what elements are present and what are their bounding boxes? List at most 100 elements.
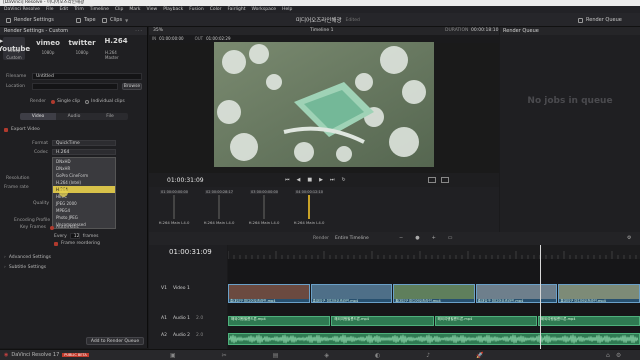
key-frames-count-input[interactable]: 12 bbox=[69, 233, 80, 239]
zoom-level[interactable]: 35% bbox=[153, 28, 163, 33]
codec-option[interactable]: GoPro CineForm bbox=[53, 172, 115, 179]
preset-3[interactable]: H.264 H.264 Master bbox=[104, 37, 127, 60]
codec-option[interactable]: DNxHR bbox=[53, 165, 115, 172]
timeline-ruler[interactable] bbox=[227, 245, 640, 259]
format-select[interactable]: QuickTime bbox=[52, 140, 116, 146]
menu-item[interactable]: Color bbox=[210, 7, 222, 12]
track-header-a1[interactable]: A1 Audio 1 2.0 bbox=[161, 316, 203, 321]
render-queue-toggle[interactable]: Render Queue bbox=[578, 17, 622, 23]
cursor-highlight-icon bbox=[59, 188, 68, 197]
tape-toggle[interactable]: Tape bbox=[76, 17, 96, 23]
clip-thumbnail[interactable]: 02 00:00:28:17 H.264 Main L4.0 bbox=[197, 190, 241, 225]
key-frames-auto-radio[interactable]: Automatic bbox=[50, 225, 79, 230]
single-clip-radio[interactable]: Single clip bbox=[51, 99, 80, 104]
video-clip[interactable]: 홍대입구 미디어오즈라인.mp4 bbox=[558, 284, 640, 303]
tab-file[interactable]: File bbox=[92, 113, 128, 120]
location-input[interactable] bbox=[32, 83, 118, 90]
audio-clip[interactable]: 해외여행필름드론.mp4 bbox=[537, 316, 640, 326]
clip-thumbnail[interactable]: 01 00:00:00:00 H.264 Main L4.0 bbox=[152, 190, 196, 225]
clip-thumbnail-strip bbox=[312, 285, 392, 299]
video-clip[interactable]: 홍대입구 미디어오즈라인.mp4 bbox=[228, 284, 310, 303]
preset-0[interactable]: ▶ Youtube 1080p Custom bbox=[0, 36, 30, 60]
settings-icon[interactable]: ⚙ bbox=[616, 352, 621, 359]
home-icon[interactable]: ⌂ bbox=[606, 352, 610, 359]
frame-reordering-checkbox[interactable]: Frame reordering bbox=[54, 241, 100, 246]
edit-page-icon[interactable]: ▤ bbox=[273, 352, 279, 359]
checkbox-checked-icon bbox=[4, 127, 8, 132]
track-header-a2[interactable]: A2 Audio 2 2.0 bbox=[161, 333, 203, 338]
more-options-icon[interactable]: ··· bbox=[135, 28, 143, 34]
stop-icon[interactable]: ■ bbox=[307, 177, 312, 183]
video-clip[interactable]: 홍대입구 미디어오즈라인.mp4 bbox=[393, 284, 475, 303]
play-icon[interactable]: ▶ bbox=[319, 177, 323, 183]
zoom-in-icon[interactable]: + bbox=[432, 235, 436, 241]
skip-back-icon[interactable]: ⏮ bbox=[285, 177, 290, 183]
menu-item[interactable]: Workspace bbox=[251, 7, 276, 12]
codec-option[interactable]: Photo JPEG bbox=[53, 214, 115, 221]
media-page-icon[interactable]: ▣ bbox=[170, 352, 176, 359]
codec-option[interactable]: JPEG 2000 bbox=[53, 200, 115, 207]
video-clip[interactable]: 홍대입구 미디어오즈라인.mp4 bbox=[310, 284, 393, 303]
audio-track-a2-clip[interactable] bbox=[228, 333, 640, 345]
cut-page-icon[interactable]: ✂ bbox=[222, 352, 227, 359]
timeline-name[interactable]: Timeline 1 bbox=[310, 28, 333, 33]
codec-option[interactable]: DNxHD bbox=[53, 158, 115, 165]
browse-button[interactable]: Browse bbox=[122, 83, 142, 90]
audio-clip[interactable]: 해외여행필름드론.mp4 bbox=[331, 316, 434, 326]
render-range-select[interactable]: Entire Timeline bbox=[335, 236, 369, 241]
encoding-profile-label: Encoding Profile bbox=[14, 218, 51, 223]
key-frames-row: Key Frames Automatic bbox=[8, 225, 79, 230]
preset-2[interactable]: twitter 1080p bbox=[68, 39, 95, 57]
codec-select[interactable]: H.264 bbox=[52, 149, 116, 155]
audio-clip[interactable]: 해외여행필름드론.mp4 bbox=[228, 316, 331, 326]
codec-option[interactable]: H.264 (Intel) bbox=[53, 179, 115, 186]
menu-item[interactable]: Edit bbox=[59, 7, 68, 12]
codec-option[interactable]: MPEG4 bbox=[53, 207, 115, 214]
timeline-settings-icon[interactable]: ⚙ bbox=[627, 235, 631, 241]
menu-item[interactable]: Help bbox=[282, 7, 292, 12]
menu-item[interactable]: View bbox=[147, 7, 158, 12]
playhead[interactable] bbox=[540, 245, 541, 349]
video-clip[interactable]: 홍대입구 미디어오즈라인.mp4 bbox=[475, 284, 558, 303]
deliver-page-icon[interactable]: 🚀 bbox=[476, 352, 483, 359]
fusion-page-icon[interactable]: ◈ bbox=[324, 352, 329, 359]
menu-item[interactable]: Fusion bbox=[189, 7, 203, 12]
menu-item[interactable]: File bbox=[46, 7, 54, 12]
export-video-checkbox[interactable]: Export Video bbox=[4, 127, 40, 132]
viewer-frame[interactable] bbox=[214, 42, 434, 167]
zoom-out-icon[interactable]: − bbox=[399, 235, 403, 241]
fit-icon[interactable]: ▭ bbox=[448, 235, 453, 241]
menu-item[interactable]: Clip bbox=[115, 7, 124, 12]
menu-item[interactable]: Playback bbox=[163, 7, 183, 12]
location-label: Location bbox=[6, 84, 26, 89]
tab-video[interactable]: Video bbox=[20, 113, 56, 120]
viewer-mode-icon[interactable] bbox=[428, 177, 436, 183]
track-header-v1[interactable]: V1 Video 1 bbox=[161, 286, 190, 291]
clip-thumbnail[interactable]: 03 00:00:00:00 H.264 Main L4.0 bbox=[242, 190, 286, 225]
skip-forward-icon[interactable]: ⏭ bbox=[330, 177, 335, 183]
tab-audio[interactable]: Audio bbox=[56, 113, 92, 120]
menu-item[interactable]: Timeline bbox=[90, 7, 109, 12]
clip-timecode: 00:00:28:17 bbox=[211, 190, 233, 194]
reverse-play-icon[interactable]: ◀ bbox=[297, 177, 301, 183]
safe-area-icon[interactable] bbox=[441, 177, 449, 183]
fairlight-page-icon[interactable]: ♪ bbox=[426, 352, 430, 359]
menu-item[interactable]: Mark bbox=[129, 7, 140, 12]
clip-thumbnail[interactable]: 04 00:00:12:10 H.264 Main L4.0 bbox=[287, 190, 331, 225]
individual-clips-radio[interactable]: Individual clips bbox=[85, 99, 125, 104]
subtitle-settings-toggle[interactable]: › Subtitle Settings bbox=[4, 265, 46, 270]
color-page-icon[interactable]: ◐ bbox=[375, 352, 380, 359]
video-track-v1: 홍대입구 미디어오즈라인.mp4 홍대입구 미디어오즈라인.mp4 홍대입구 미디어… bbox=[228, 284, 640, 303]
menu-item[interactable]: Trim bbox=[74, 7, 84, 12]
advanced-settings-toggle[interactable]: › Advanced Settings bbox=[4, 255, 51, 260]
filename-input[interactable]: Untitled bbox=[32, 73, 142, 80]
audio-clip[interactable]: 해외여행필름드론.mp4 bbox=[434, 316, 537, 326]
menu-item[interactable]: Fairlight bbox=[227, 7, 245, 12]
add-to-render-queue-button[interactable]: Add to Render Queue bbox=[86, 337, 144, 345]
clips-toggle[interactable]: Clips ▼ bbox=[102, 17, 128, 23]
render-settings-toggle[interactable]: Render Settings bbox=[6, 17, 54, 23]
mark-in-icon[interactable]: ● bbox=[415, 235, 419, 241]
menu-item[interactable]: DaVinci Resolve bbox=[4, 7, 40, 12]
preset-1[interactable]: vimeo 1080p bbox=[36, 39, 60, 57]
loop-icon[interactable]: ↻ bbox=[341, 177, 345, 183]
